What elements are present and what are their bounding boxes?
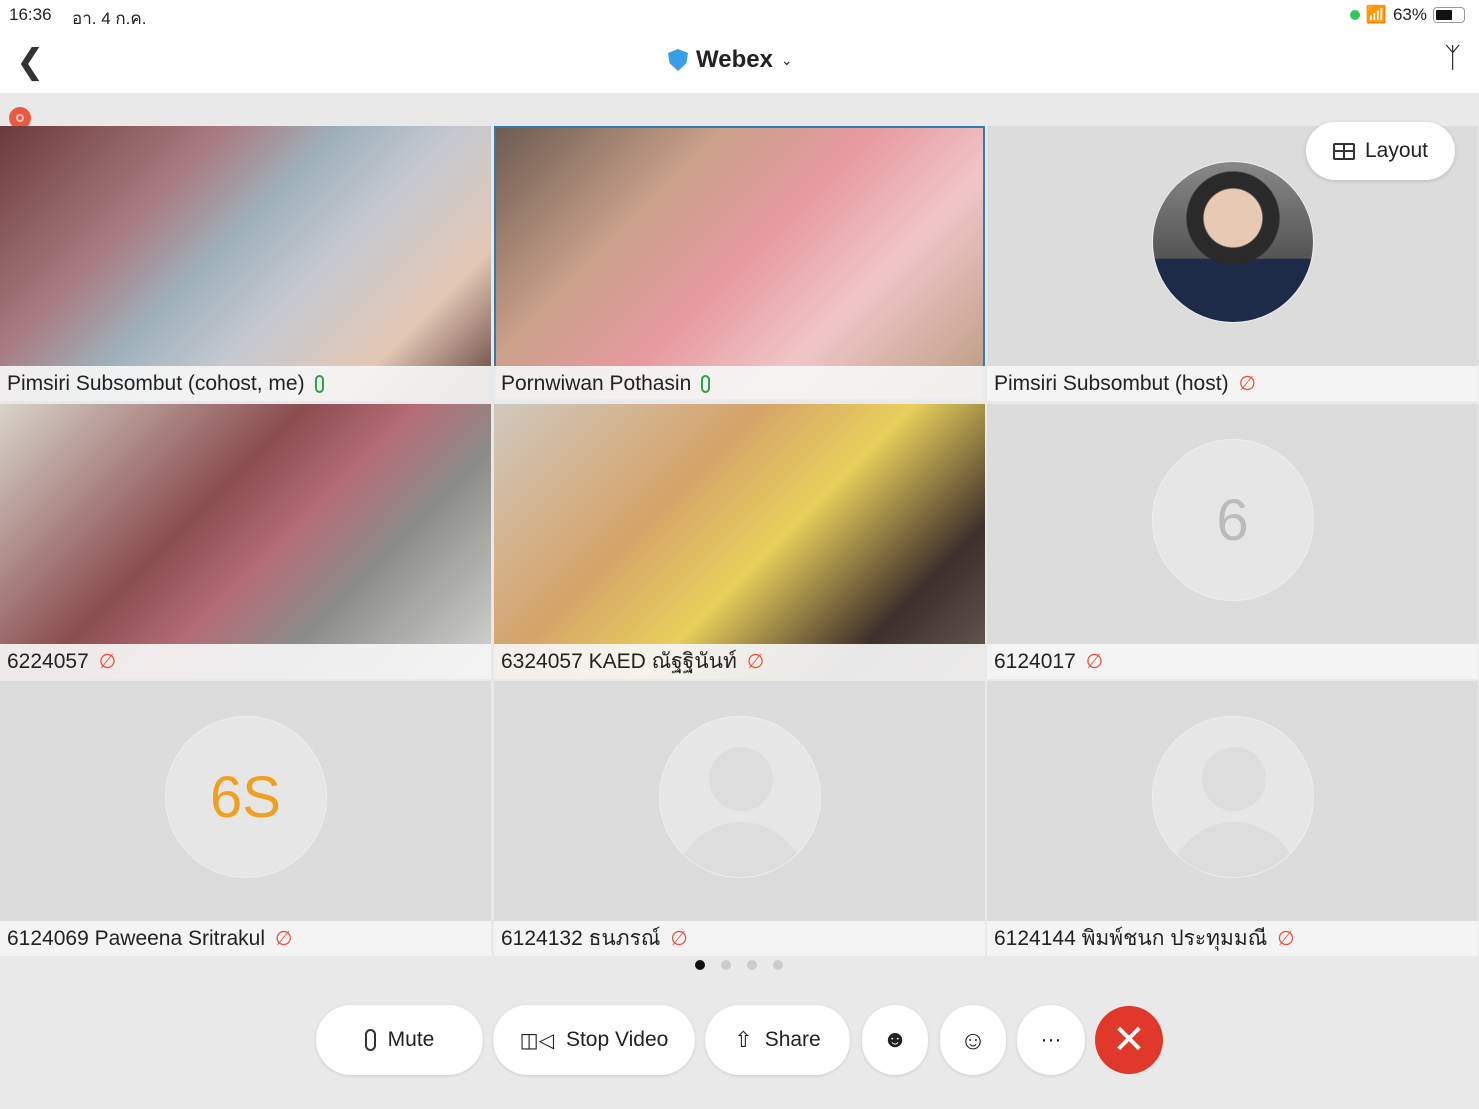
page-dot[interactable] <box>773 960 783 970</box>
participant-name-bar: 6124017 ∅ <box>987 644 1478 679</box>
microphone-muted-icon: ∅ <box>670 928 688 950</box>
chevron-down-icon: ⌄ <box>780 51 793 68</box>
status-bar: 16:36 อา. 4 ก.ค. 📶 63% <box>0 0 1479 30</box>
close-icon: ✕ <box>1112 1018 1146 1062</box>
end-call-button[interactable]: ✕ <box>1095 1006 1163 1074</box>
share-button[interactable]: ⇧ Share <box>705 1005 850 1075</box>
mute-button[interactable]: Mute <box>316 1005 483 1075</box>
mute-label: Mute <box>387 1028 435 1051</box>
reactions-button[interactable]: ☺ <box>940 1005 1006 1075</box>
layout-label: Layout <box>1364 139 1429 162</box>
clock: 16:36 <box>9 5 52 24</box>
stop-video-label: Stop Video <box>565 1028 669 1051</box>
camera-in-use-icon <box>1349 10 1360 20</box>
participant-name-bar: 6124069 Paweena Sritrakul ∅ <box>0 921 491 956</box>
participants-button[interactable]: ☻ <box>862 1005 928 1075</box>
ellipsis-icon: ··· <box>1040 1028 1062 1051</box>
participants-icon: ☻ <box>882 1026 908 1053</box>
participant-tile[interactable]: 6324057 KAED ณัฐฐินันท์ ∅ <box>494 404 985 679</box>
microphone-muted-icon: ∅ <box>746 651 765 673</box>
page-dot[interactable] <box>721 960 731 970</box>
participant-tile[interactable]: 6124144 พิมพ์ชนก ประทุมมณี ∅ <box>987 681 1478 956</box>
shield-icon <box>668 49 688 71</box>
participant-name: 6124069 Paweena Sritrakul <box>7 926 266 950</box>
page-dot[interactable] <box>747 960 757 970</box>
participant-tile[interactable]: Pimsiri Subsombut (cohost, me) <box>0 126 491 401</box>
participant-name-bar: Pimsiri Subsombut (cohost, me) <box>0 366 491 401</box>
app-header: ❮ Webex ⌄ ᛉ <box>0 30 1479 93</box>
microphone-muted-icon: ∅ <box>98 651 117 673</box>
share-label: Share <box>764 1028 821 1051</box>
person-placeholder-icon <box>658 716 821 878</box>
title-text: Webex <box>696 46 773 73</box>
microphone-muted-icon: ∅ <box>1085 651 1104 673</box>
participant-name: 6124144 พิมพ์ชนก ประทุมมณี <box>994 927 1268 950</box>
participant-name: Pimsiri Subsombut (cohost, me) <box>7 371 305 395</box>
participant-name-bar: Pimsiri Subsombut (host) ∅ <box>987 366 1478 401</box>
video-camera-icon: ◫◁ <box>519 1029 554 1052</box>
participant-tile[interactable]: 6 6124017 ∅ <box>987 404 1478 679</box>
person-placeholder-icon <box>1151 716 1314 878</box>
microphone-muted-icon: ∅ <box>1277 928 1295 950</box>
participant-name-bar: Pornwiwan Pothasin <box>494 366 985 401</box>
participant-name-bar: 6324057 KAED ณัฐฐินันท์ ∅ <box>494 644 985 679</box>
stop-video-button[interactable]: ◫◁ Stop Video <box>493 1005 695 1075</box>
bluetooth-icon[interactable]: ᛉ <box>1444 42 1461 74</box>
battery-icon <box>1433 7 1465 23</box>
share-icon: ⇧ <box>734 1027 753 1052</box>
battery-percent: 63% <box>1392 5 1427 24</box>
microphone-muted-icon: ∅ <box>275 928 293 950</box>
page-indicator[interactable] <box>695 960 783 970</box>
participant-name: 6124132 ธนภรณ์ <box>501 927 661 950</box>
microphone-icon <box>364 1029 376 1051</box>
participant-name: Pornwiwan Pothasin <box>501 371 692 395</box>
participant-tile[interactable]: 6S 6124069 Paweena Sritrakul ∅ <box>0 681 491 956</box>
participant-tile[interactable]: 6224057 ∅ <box>0 404 491 679</box>
participant-name-bar: 6124144 พิมพ์ชนก ประทุมมณี ∅ <box>987 921 1478 956</box>
layout-button[interactable]: Layout <box>1306 122 1455 180</box>
page-dot[interactable] <box>695 960 705 970</box>
profile-photo <box>1151 161 1314 323</box>
participant-name: 6324057 KAED ณัฐฐินันท์ <box>501 650 737 673</box>
back-button[interactable]: ❮ <box>16 42 45 82</box>
initials-avatar: 6 <box>1151 439 1314 601</box>
participant-name: 6124017 <box>994 649 1076 673</box>
microphone-active-icon <box>701 374 711 393</box>
wifi-icon: 📶 <box>1365 5 1387 24</box>
participant-name-bar: 6224057 ∅ <box>0 644 491 679</box>
participant-tile[interactable]: 6124132 ธนภรณ์ ∅ <box>494 681 985 956</box>
microphone-muted-icon: ∅ <box>1238 373 1256 395</box>
initials-avatar: 6S <box>164 716 327 878</box>
participant-tile[interactable]: Pornwiwan Pothasin <box>494 126 985 401</box>
emoji-icon: ☺ <box>959 1024 987 1055</box>
meeting-title[interactable]: Webex ⌄ <box>668 46 793 74</box>
date: อา. 4 ก.ค. <box>72 9 147 28</box>
participant-name-bar: 6124132 ธนภรณ์ ∅ <box>494 921 985 956</box>
participant-name: 6224057 <box>7 649 89 673</box>
grid-icon <box>1332 142 1355 160</box>
more-options-button[interactable]: ··· <box>1017 1005 1085 1075</box>
microphone-active-icon <box>314 374 324 393</box>
participant-name: Pimsiri Subsombut (host) <box>994 371 1229 395</box>
